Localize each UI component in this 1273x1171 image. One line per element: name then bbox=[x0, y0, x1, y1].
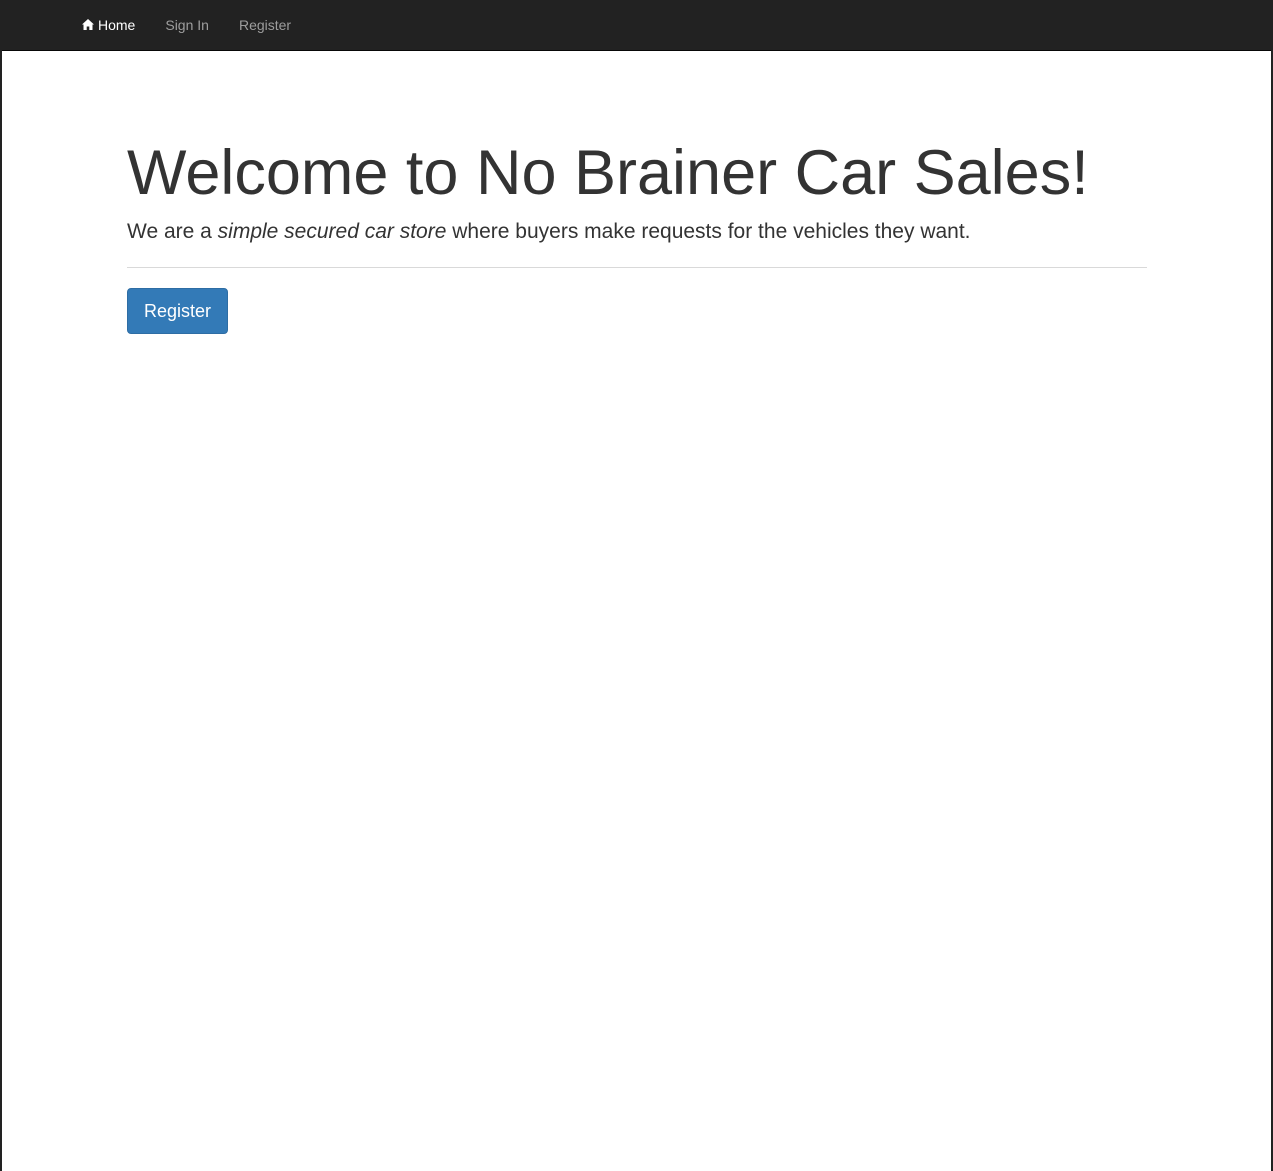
lead-suffix: where buyers make requests for the vehic… bbox=[446, 220, 971, 243]
nav-label-register: Register bbox=[238, 17, 292, 33]
page-title: Welcome to No Brainer Car Sales! bbox=[127, 138, 1089, 208]
nav-link-register[interactable]: Register bbox=[224, 0, 306, 50]
nav-item-home: Home bbox=[67, 0, 150, 50]
nav-label-home: Home bbox=[98, 17, 136, 33]
lead-prefix: We are a bbox=[127, 220, 218, 243]
lead-text: We are a simple secured car store where … bbox=[127, 217, 1147, 247]
nav-label-sign-in: Sign In bbox=[165, 17, 209, 33]
top-navbar: Home Sign In Register bbox=[2, 0, 1271, 51]
nav-item-sign-in: Sign In bbox=[150, 0, 224, 50]
home-icon bbox=[82, 18, 94, 30]
nav-link-sign-in[interactable]: Sign In bbox=[150, 0, 224, 50]
lead-emphasis: simple secured car store bbox=[217, 220, 447, 243]
nav-item-register: Register bbox=[224, 0, 306, 50]
divider bbox=[127, 267, 1147, 268]
jumbotron: Welcome to No Brainer Car Sales! We are … bbox=[127, 135, 1147, 334]
nav-link-home[interactable]: Home bbox=[67, 0, 150, 50]
register-button[interactable]: Register bbox=[127, 288, 228, 334]
nav-menu: Home Sign In Register bbox=[67, 0, 306, 50]
